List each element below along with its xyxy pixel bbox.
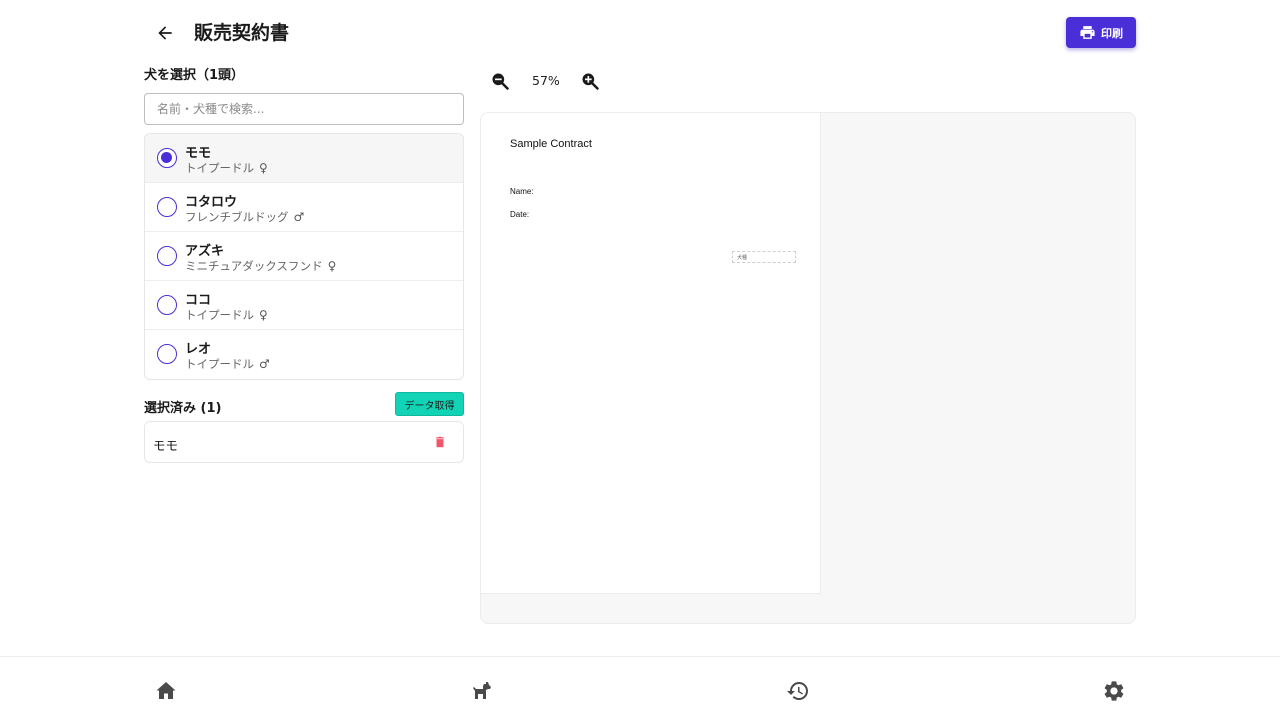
dog-breed: トイプードル ♀	[185, 160, 268, 176]
list-item[interactable]: レオ トイプードル ♂	[145, 330, 463, 379]
dog-icon	[473, 682, 491, 699]
list-item[interactable]: モモ トイプードル ♀	[145, 134, 463, 183]
bottom-navigation	[0, 656, 1280, 720]
zoom-out-button[interactable]	[490, 71, 510, 91]
dog-name: ココ	[185, 293, 212, 308]
dog-breed: ミニチュアダックスフンド ♀	[185, 258, 336, 274]
search-input[interactable]	[144, 93, 464, 125]
breed-text: フレンチブルドッグ	[185, 210, 289, 224]
dog-breed: トイプードル ♀	[185, 307, 268, 323]
print-button-label: 印刷	[1101, 26, 1123, 40]
nav-history[interactable]	[786, 679, 810, 703]
zoom-in-button[interactable]	[580, 71, 600, 91]
arrow-left-icon	[158, 26, 172, 40]
selected-list: モモ	[144, 421, 464, 463]
page-title: 販売契約書	[194, 22, 290, 44]
radio-button[interactable]	[157, 246, 177, 266]
dog-breed: トイプードル ♂	[185, 356, 270, 372]
trash-icon	[435, 436, 445, 448]
breed-text: ミニチュアダックスフンド	[185, 259, 323, 273]
zoom-in-icon	[582, 73, 599, 90]
selected-header: 選択済み (1) データ取得	[144, 392, 464, 417]
selected-title: 選択済み (1)	[144, 401, 222, 416]
print-button[interactable]: 印刷	[1066, 17, 1136, 48]
home-icon	[156, 682, 176, 699]
dog-name: コタロウ	[185, 195, 238, 210]
zoom-level: 57%	[532, 73, 560, 88]
nav-dogs[interactable]	[470, 679, 494, 703]
radio-button[interactable]	[157, 197, 177, 217]
radio-button[interactable]	[157, 344, 177, 364]
app-root: 販売契約書 印刷 犬を選択（1頭） モモ トイプードル ♀ コタロウ フレンチブル…	[0, 0, 1280, 720]
fetch-data-button[interactable]: データ取得	[395, 392, 464, 416]
radio-button[interactable]	[157, 148, 177, 168]
female-icon: ♀	[259, 308, 268, 322]
female-icon: ♀	[259, 161, 268, 175]
dog-breed: フレンチブルドッグ ♂	[185, 209, 304, 225]
document-date-field: Date:	[510, 210, 530, 219]
list-item[interactable]: ココ トイプードル ♀	[145, 281, 463, 330]
document-name-field: Name:	[510, 187, 534, 196]
dog-selection-panel: 犬を選択（1頭） モモ トイプードル ♀ コタロウ フレンチブルドッグ ♂ アズキ …	[144, 64, 464, 463]
printer-icon	[1080, 26, 1095, 39]
breed-text: トイプードル	[185, 308, 254, 322]
breed-text: トイプードル	[185, 161, 254, 175]
female-icon: ♀	[327, 259, 337, 273]
list-item[interactable]: コタロウ フレンチブルドッグ ♂	[145, 183, 463, 232]
zoom-out-icon	[492, 73, 509, 90]
dog-name: アズキ	[185, 244, 225, 259]
nav-settings[interactable]	[1102, 679, 1126, 703]
dog-list: モモ トイプードル ♀ コタロウ フレンチブルドッグ ♂ アズキ ミニチュアダックス…	[144, 133, 464, 380]
gear-icon	[1104, 681, 1124, 701]
nav-home[interactable]	[154, 679, 178, 703]
document-title: Sample Contract	[510, 138, 592, 150]
header: 販売契約書 印刷	[144, 14, 1136, 50]
zoom-controls: 57%	[480, 64, 620, 96]
dog-select-label: 犬を選択（1頭）	[144, 68, 245, 83]
male-icon: ♂	[293, 210, 305, 224]
history-icon	[787, 682, 808, 700]
document-breed-box: 犬種	[732, 251, 796, 263]
dog-name: モモ	[185, 146, 212, 161]
document-preview[interactable]: Sample Contract Name: Date: 犬種	[480, 112, 1136, 624]
document-page: Sample Contract Name: Date: 犬種	[481, 113, 821, 594]
selected-dog-name: モモ	[153, 438, 179, 453]
male-icon: ♂	[259, 357, 270, 371]
radio-button[interactable]	[157, 295, 177, 315]
dog-name: レオ	[185, 342, 212, 357]
delete-button[interactable]	[433, 434, 447, 450]
list-item[interactable]: アズキ ミニチュアダックスフンド ♀	[145, 232, 463, 281]
back-button[interactable]	[152, 20, 178, 46]
breed-text: トイプードル	[185, 357, 254, 371]
